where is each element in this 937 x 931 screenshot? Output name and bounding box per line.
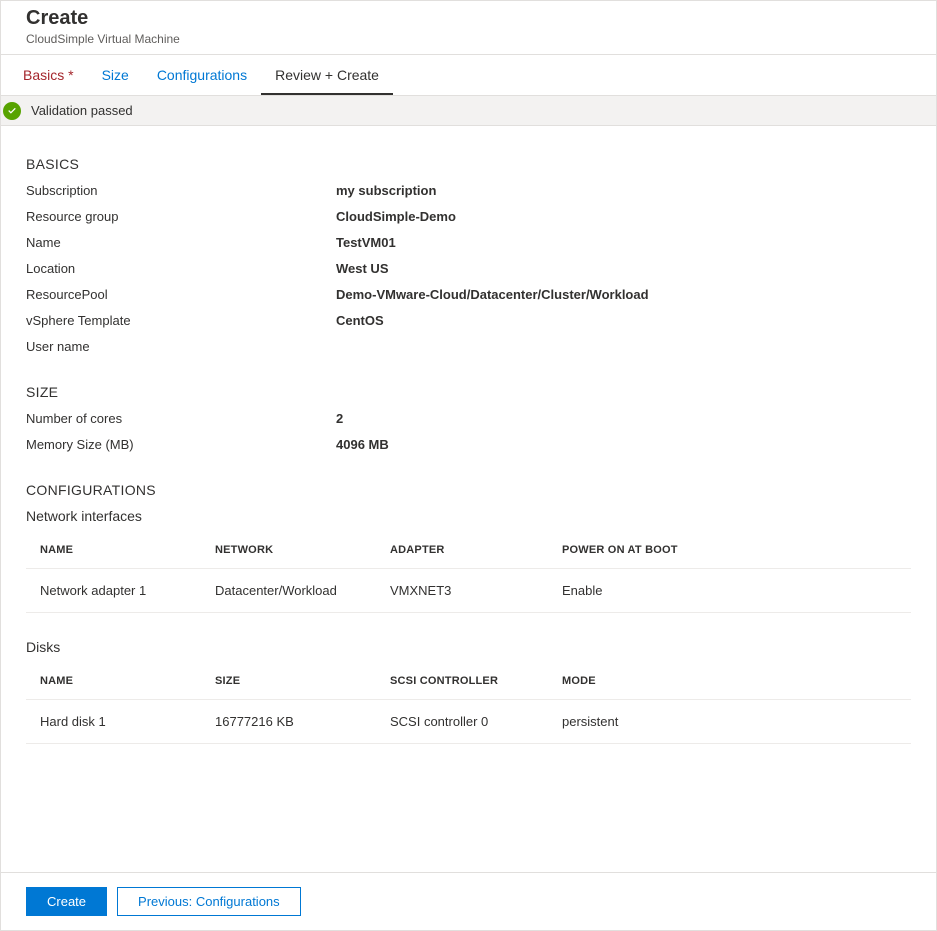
row-resource-group: Resource groupCloudSimple-Demo [26,208,911,226]
wizard-footer: Create Previous: Configurations [1,872,936,930]
value-name: TestVM01 [336,234,396,252]
row-resource-pool: ResourcePoolDemo-VMware-Cloud/Datacenter… [26,286,911,304]
check-icon [3,102,21,120]
required-indicator: * [68,67,73,83]
create-button[interactable]: Create [26,887,107,916]
th-disk-mode: MODE [548,663,911,700]
label-location: Location [26,260,336,278]
review-content: BASICS Subscriptionmy subscription Resou… [1,126,936,744]
value-memory: 4096 MB [336,436,389,454]
td-net-name: Network adapter 1 [26,569,201,613]
th-net-name: NAME [26,532,201,569]
label-memory: Memory Size (MB) [26,436,336,454]
label-name: Name [26,234,336,252]
section-size-title: SIZE [26,384,911,400]
value-resource-group: CloudSimple-Demo [336,208,456,226]
label-vsphere-template: vSphere Template [26,312,336,330]
section-basics: BASICS Subscriptionmy subscription Resou… [26,156,911,356]
label-resource-pool: ResourcePool [26,286,336,304]
subhead-disks: Disks [26,639,911,655]
td-net-network: Datacenter/Workload [201,569,376,613]
th-disk-scsi: SCSI CONTROLLER [376,663,548,700]
validation-message: Validation passed [31,103,133,118]
th-net-network: NETWORK [201,532,376,569]
row-location: LocationWest US [26,260,911,278]
td-disk-mode: persistent [548,700,911,744]
page-subtitle: CloudSimple Virtual Machine [26,32,926,46]
page-title: Create [26,7,926,30]
th-disk-name: NAME [26,663,201,700]
wizard-tabs: Basics * Size Configurations Review + Cr… [1,55,936,96]
th-net-adapter: ADAPTER [376,532,548,569]
tab-review-create[interactable]: Review + Create [261,55,393,95]
row-vsphere-template: vSphere TemplateCentOS [26,312,911,330]
tab-basics-label: Basics [23,67,64,83]
row-memory: Memory Size (MB)4096 MB [26,436,911,454]
value-vsphere-template: CentOS [336,312,384,330]
row-subscription: Subscriptionmy subscription [26,182,911,200]
value-location: West US [336,260,389,278]
row-cores: Number of cores2 [26,410,911,428]
label-resource-group: Resource group [26,208,336,226]
th-net-power: POWER ON AT BOOT [548,532,911,569]
value-resource-pool: Demo-VMware-Cloud/Datacenter/Cluster/Wor… [336,286,649,304]
disks-table: NAME SIZE SCSI CONTROLLER MODE Hard disk… [26,663,911,744]
td-net-adapter: VMXNET3 [376,569,548,613]
th-disk-size: SIZE [201,663,376,700]
page-header: Create CloudSimple Virtual Machine [1,1,936,55]
table-row: Hard disk 1 16777216 KB SCSI controller … [26,700,911,744]
section-size: SIZE Number of cores2 Memory Size (MB)40… [26,384,911,454]
table-header-row: NAME SIZE SCSI CONTROLLER MODE [26,663,911,700]
section-configurations: CONFIGURATIONS Network interfaces NAME N… [26,482,911,744]
validation-banner: Validation passed [1,96,936,126]
value-subscription: my subscription [336,182,436,200]
value-cores: 2 [336,410,343,428]
label-user-name: User name [26,338,336,356]
previous-button[interactable]: Previous: Configurations [117,887,301,916]
row-user-name: User name [26,338,911,356]
subhead-network-interfaces: Network interfaces [26,508,911,524]
row-name: NameTestVM01 [26,234,911,252]
section-basics-title: BASICS [26,156,911,172]
td-disk-size: 16777216 KB [201,700,376,744]
network-interfaces-table: NAME NETWORK ADAPTER POWER ON AT BOOT Ne… [26,532,911,613]
label-cores: Number of cores [26,410,336,428]
table-header-row: NAME NETWORK ADAPTER POWER ON AT BOOT [26,532,911,569]
td-disk-scsi: SCSI controller 0 [376,700,548,744]
td-net-power: Enable [548,569,911,613]
label-subscription: Subscription [26,182,336,200]
td-disk-name: Hard disk 1 [26,700,201,744]
tab-size[interactable]: Size [88,55,143,95]
section-configurations-title: CONFIGURATIONS [26,482,911,498]
tab-basics[interactable]: Basics * [9,55,88,95]
table-row: Network adapter 1 Datacenter/Workload VM… [26,569,911,613]
tab-configurations[interactable]: Configurations [143,55,261,95]
